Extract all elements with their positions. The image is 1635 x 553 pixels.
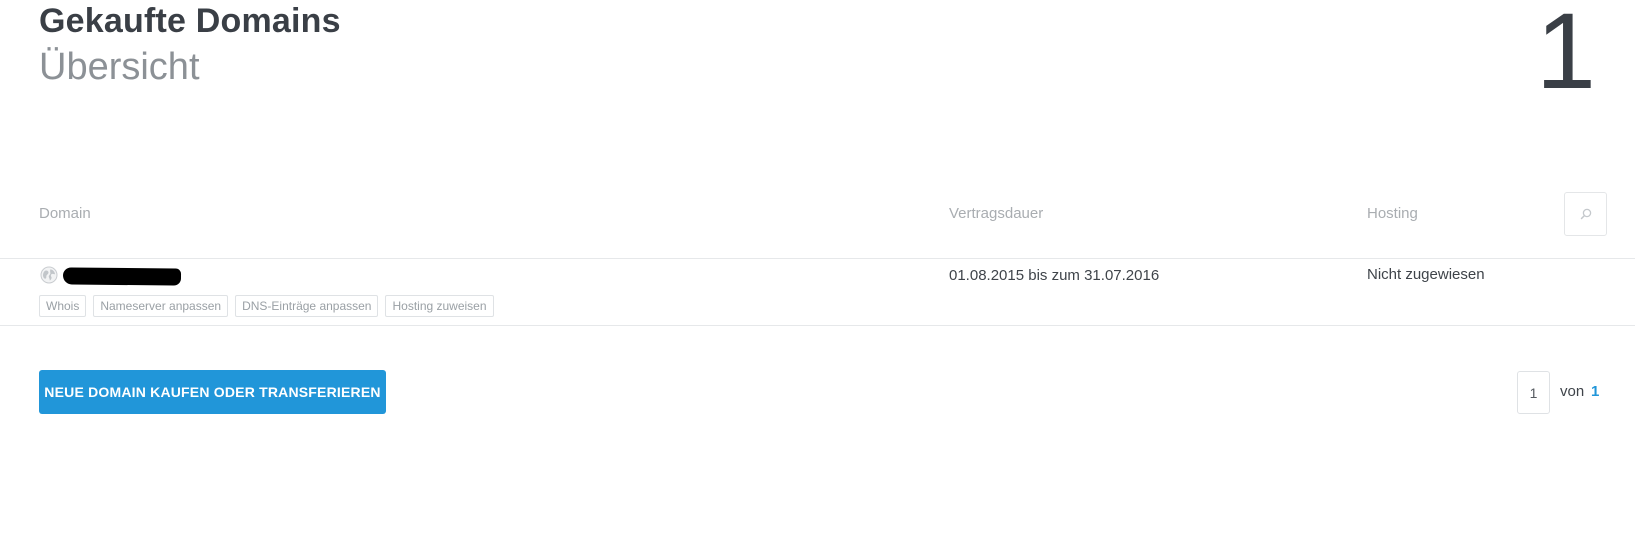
column-header-domain[interactable]: Domain (39, 205, 91, 222)
domain-count: 1 (1535, 0, 1596, 111)
assign-hosting-button[interactable]: Hosting zuweisen (385, 295, 494, 317)
table-divider-bottom (0, 325, 1635, 326)
dns-records-button[interactable]: DNS-Einträge anpassen (235, 295, 379, 317)
column-header-hosting[interactable]: Hosting (1367, 205, 1418, 222)
page: Gekaufte Domains Übersicht 1 Domain Vert… (0, 0, 1635, 553)
contract-duration: 01.08.2015 bis zum 31.07.2016 (949, 267, 1160, 284)
page-number-input[interactable]: 1 (1517, 371, 1550, 414)
pagination-of-label: von (1560, 383, 1585, 400)
search-button[interactable] (1564, 192, 1607, 236)
redacted-domain-name[interactable] (62, 267, 182, 286)
page-subtitle: Übersicht (39, 46, 200, 88)
hosting-status: Nicht zugewiesen (1367, 266, 1485, 283)
buy-or-transfer-domain-button[interactable]: NEUE DOMAIN KAUFEN ODER TRANSFERIEREN (39, 370, 386, 414)
whois-button[interactable]: Whois (39, 295, 87, 317)
pagination-total-pages[interactable]: 1 (1591, 383, 1599, 400)
search-icon (1580, 208, 1591, 220)
nameserver-button[interactable]: Nameserver anpassen (93, 295, 229, 317)
globe-icon (40, 266, 58, 284)
domain-actions: Whois Nameserver anpassen DNS-Einträge a… (39, 295, 494, 317)
page-title: Gekaufte Domains (39, 2, 341, 40)
column-header-duration[interactable]: Vertragsdauer (949, 205, 1043, 222)
table-divider-top (0, 258, 1635, 259)
